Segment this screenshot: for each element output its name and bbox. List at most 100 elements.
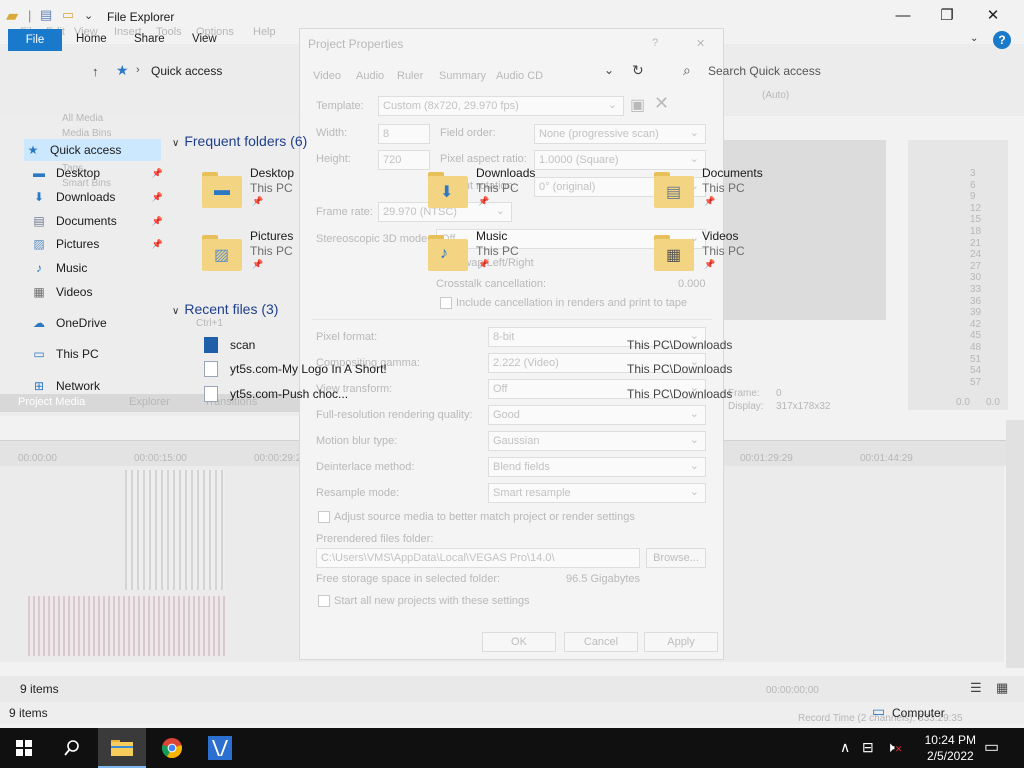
browse-button[interactable]: Browse...	[646, 548, 706, 568]
music-folder-icon: ♪	[424, 233, 476, 275]
frequent-folder-desktop[interactable]: ▬ Desktop This PC 📌	[198, 166, 408, 222]
notifications-icon[interactable]: ▭	[984, 737, 999, 757]
ribbon-tab-home[interactable]: Home	[76, 33, 107, 45]
clock-date: 2/5/2022	[926, 749, 974, 763]
up-arrow-icon[interactable]: ↑	[92, 64, 99, 79]
sidebar-item-music[interactable]: ♪ Music	[30, 257, 167, 279]
bg-meter-tick: 36	[970, 295, 982, 307]
volume-muted-icon[interactable]: 🕨✕	[886, 739, 902, 756]
close-button[interactable]: ✕	[970, 4, 1016, 28]
bg-meter-tick: 33	[970, 284, 982, 295]
recent-file-row[interactable]: yt5s.com-Push choc... This PC\Downloads	[200, 386, 740, 406]
width-input[interactable]: 8	[378, 124, 430, 144]
frequent-folder-downloads[interactable]: ⬇ Downloads This PC 📌	[424, 166, 634, 222]
recent-file-row[interactable]: yt5s.com-My Logo In A Short! This PC\Down…	[200, 361, 740, 381]
large-icons-view-icon[interactable]: ▦	[996, 680, 1008, 696]
search-input[interactable]: Search Quick access	[708, 64, 821, 78]
refresh-icon[interactable]: ↻	[632, 62, 644, 79]
frequent-folder-pictures[interactable]: ▨ Pictures This PC 📌	[198, 229, 408, 285]
bg-meter-tick: 48	[970, 342, 982, 353]
sidebar-item-desktop[interactable]: ▬ Desktop 📌	[30, 162, 167, 184]
template-select[interactable]: Custom (8x720, 29.970 fps)	[378, 96, 624, 116]
folder-location: This PC	[250, 244, 293, 258]
sidebar-item-network[interactable]: ⊞ Network	[30, 375, 167, 397]
ribbon-tab-share[interactable]: Share	[134, 33, 165, 45]
pin-icon: 📌	[478, 196, 490, 206]
sidebar-item-this-pc[interactable]: ▭ This PC	[30, 343, 167, 365]
start-button[interactable]	[0, 728, 48, 768]
show-hidden-icons-chevron-icon[interactable]: ∧	[840, 739, 850, 756]
start-all-projects-checkbox[interactable]	[318, 595, 330, 607]
search-taskbar-button[interactable]	[48, 728, 96, 768]
frequent-folders-header[interactable]: ∨ Frequent folders (6)	[172, 133, 307, 149]
ribbon-tab-view[interactable]: View	[192, 33, 217, 45]
cancel-button[interactable]: Cancel	[564, 632, 638, 652]
sidebar-item-downloads[interactable]: ⬇ Downloads 📌	[30, 186, 167, 208]
customize-toolbar-chevron-icon[interactable]: ⌄	[84, 9, 93, 22]
field-order-label: Field order:	[440, 127, 496, 139]
address-path[interactable]: Quick access	[151, 64, 222, 78]
resample-mode-select[interactable]: Smart resample	[488, 483, 706, 503]
downloads-folder-icon: ⬇	[424, 170, 476, 212]
adjust-source-label: Adjust source media to better match proj…	[334, 511, 635, 523]
save-template-icon[interactable]: ▣	[630, 95, 645, 115]
pin-icon: 📌	[151, 216, 163, 226]
dialog-tab-audio-cd[interactable]: Audio CD	[496, 70, 543, 82]
bg-meter-tick: 21	[970, 237, 982, 249]
scan-file-icon	[204, 337, 218, 353]
adjust-source-checkbox[interactable]	[318, 511, 330, 523]
sidebar-item-videos[interactable]: ▦ Videos	[30, 281, 167, 303]
dialog-close-button[interactable]: ✕	[696, 37, 705, 50]
properties-icon[interactable]: ▤	[40, 7, 52, 23]
breadcrumb-chevron-icon[interactable]: ›	[136, 64, 140, 76]
expand-ribbon-chevron-icon[interactable]: ⌄	[970, 33, 978, 44]
dialog-tab-audio[interactable]: Audio	[356, 70, 384, 82]
network-tray-icon[interactable]: ⊟	[862, 739, 874, 756]
folder-location: This PC	[702, 244, 745, 258]
chrome-taskbar-button[interactable]	[148, 728, 196, 768]
address-history-chevron-icon[interactable]: ⌄	[604, 63, 614, 77]
minimize-button[interactable]: —	[880, 4, 926, 28]
frequent-folder-music[interactable]: ♪ Music This PC 📌	[424, 229, 634, 285]
dialog-help-button[interactable]: ?	[652, 37, 658, 49]
prerendered-folder-input[interactable]: C:\Users\VMS\AppData\Local\VEGAS Pro\14.…	[316, 548, 640, 568]
maximize-button[interactable]: ❐	[924, 4, 970, 28]
pc-icon: ▭	[33, 347, 45, 361]
dialog-tab-video[interactable]: Video	[313, 70, 341, 82]
recent-file-row[interactable]: scan This PC\Downloads	[200, 337, 740, 357]
apply-button[interactable]: Apply	[644, 632, 718, 652]
free-storage-label: Free storage space in selected folder:	[316, 573, 501, 585]
frequent-folder-videos[interactable]: ▦ Videos This PC 📌	[650, 229, 860, 285]
bg-meter-tick: 30	[970, 272, 982, 284]
motion-blur-label: Motion blur type:	[316, 435, 398, 447]
bg-ruler-time-1: 00:00:15:00	[134, 453, 187, 464]
bg-meter-tick: 45	[970, 330, 982, 342]
include-cancellation-checkbox[interactable]	[440, 297, 452, 309]
ribbon-tab-file[interactable]: File	[8, 29, 62, 51]
vegas-taskbar-button[interactable]	[196, 728, 244, 768]
dialog-tab-ruler[interactable]: Ruler	[397, 70, 423, 82]
recent-files-header[interactable]: ∨ Recent files (3)	[172, 301, 278, 317]
new-folder-icon[interactable]: ▭	[62, 7, 74, 23]
download-icon: ⬇	[33, 190, 45, 204]
full-res-quality-select[interactable]: Good	[488, 405, 706, 425]
dialog-tab-summary[interactable]: Summary	[439, 70, 486, 82]
template-label: Template:	[316, 100, 364, 112]
motion-blur-select[interactable]: Gaussian	[488, 431, 706, 451]
sidebar-item-onedrive[interactable]: ☁ OneDrive	[30, 312, 167, 334]
sidebar-item-label: Downloads	[56, 190, 116, 204]
details-view-icon[interactable]: ☰	[970, 680, 982, 696]
folder-location: This PC	[476, 181, 519, 195]
deinterlace-select[interactable]: Blend fields	[488, 457, 706, 477]
file-explorer-taskbar-button[interactable]	[98, 728, 146, 768]
taskbar-clock[interactable]: 10:24 PM 2/5/2022	[925, 732, 976, 764]
sidebar-item-documents[interactable]: ▤ Documents 📌	[30, 210, 167, 232]
search-icon: ⌕	[683, 62, 691, 78]
sidebar-item-pictures[interactable]: ▨ Pictures 📌	[30, 233, 167, 255]
field-order-select[interactable]: None (progressive scan)	[534, 124, 706, 144]
ok-button[interactable]: OK	[482, 632, 556, 652]
help-icon[interactable]: ?	[993, 31, 1011, 49]
sidebar-item-quick-access[interactable]: ★ Quick access	[24, 139, 161, 161]
delete-template-icon[interactable]: ✕	[654, 93, 669, 114]
frequent-folder-documents[interactable]: ▤ Documents This PC 📌	[650, 166, 860, 222]
